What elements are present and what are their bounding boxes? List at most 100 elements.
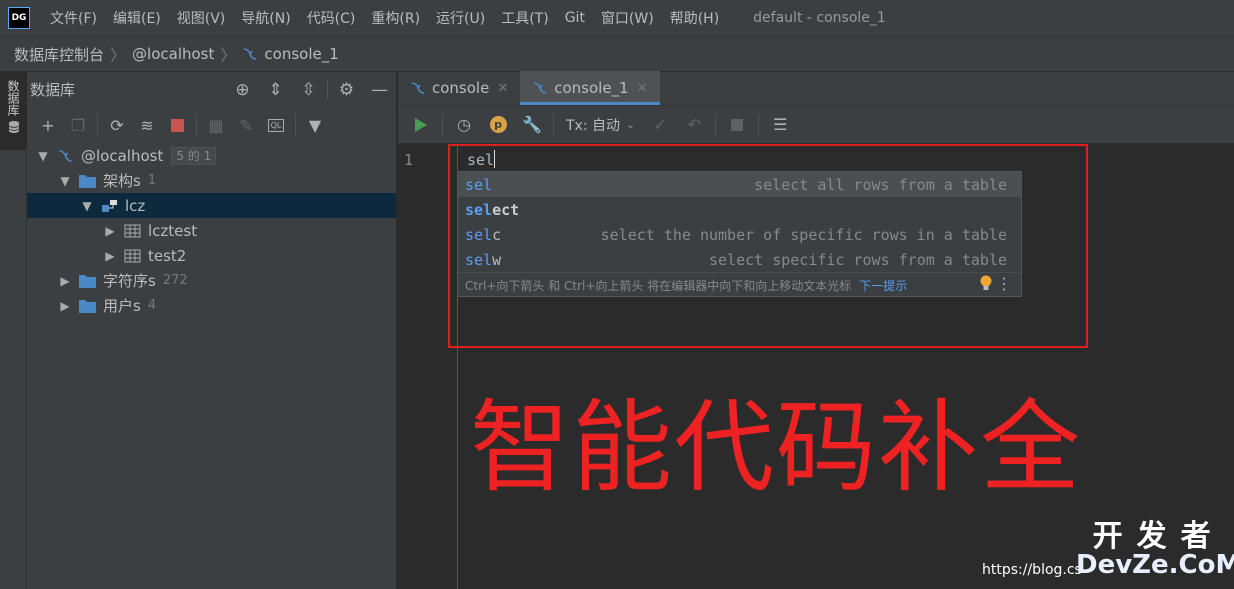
tree-item-label: lcztest	[148, 221, 198, 240]
mysql-dolphin-icon	[534, 82, 547, 94]
database-panel-title: 数据库	[30, 81, 76, 99]
tree-item-localhost[interactable]: ▼ @localhost 5 的 1	[27, 143, 396, 168]
menu-bar: DG 文件(F) 编辑(E) 视图(V) 导航(N) 代码(C) 重构(R) 运…	[0, 0, 1234, 36]
tree-item-schema-lcz[interactable]: ▼ lcz	[27, 193, 396, 218]
divider	[196, 114, 197, 136]
stop-icon[interactable]	[162, 112, 192, 138]
chevron-down-icon: ⌄	[626, 118, 636, 131]
rollback-icon[interactable]: ↶	[677, 111, 711, 139]
stop-icon[interactable]	[720, 111, 754, 139]
line-number: 1	[404, 151, 414, 169]
tree-item-schemas[interactable]: ▼ 架构s 1	[27, 168, 396, 193]
chevron-right-icon[interactable]: ▶	[57, 274, 73, 288]
table-icon[interactable]: ▦	[201, 112, 231, 138]
menu-help[interactable]: 帮助(H)	[662, 8, 727, 28]
run-icon[interactable]	[404, 111, 438, 139]
watermark-brand: 开发者 DevZe.CoM	[1076, 519, 1234, 580]
tree-item-table-lcztest[interactable]: ▶ lcztest	[27, 218, 396, 243]
divider	[715, 113, 717, 136]
folder-icon	[79, 174, 96, 188]
tree-item-count: 1	[147, 173, 157, 188]
menu-file[interactable]: 文件(F)	[42, 8, 105, 28]
chevron-down-icon[interactable]: ▼	[57, 174, 73, 188]
left-tool-strip: 数据库	[0, 72, 27, 589]
tab-label: console	[432, 79, 490, 97]
plan-icon[interactable]: p	[481, 111, 515, 139]
chevron-right-icon[interactable]: ▶	[102, 224, 118, 238]
locate-icon[interactable]: ⊕	[226, 78, 259, 102]
database-tree: ▼ @localhost 5 的 1 ▼ 架构s 1 ▼ lcz ▶ lczte…	[27, 143, 396, 318]
annotation-highlight-box	[448, 144, 1088, 348]
chevron-right-icon: 〉	[220, 46, 237, 65]
tab-console[interactable]: console ✕	[398, 71, 520, 105]
copy-icon[interactable]: ❐	[63, 112, 93, 138]
breadcrumb: 数据库控制台 〉 @localhost 〉 console_1	[0, 36, 1234, 72]
database-tool-tab[interactable]: 数据库	[0, 72, 27, 150]
chevron-down-icon[interactable]: ▼	[79, 199, 95, 213]
divider	[295, 114, 296, 136]
transaction-mode-select[interactable]: Tx: 自动 ⌄	[558, 115, 643, 135]
breadcrumb-item-console-1[interactable]: console_1	[242, 45, 339, 63]
schema-sync-icon[interactable]: ≋	[132, 112, 162, 138]
close-icon[interactable]: ✕	[637, 81, 648, 96]
menu-refactor[interactable]: 重构(R)	[363, 8, 428, 28]
tree-item-label: lcz	[125, 196, 146, 215]
table-icon	[124, 249, 141, 262]
database-toolbar: + ❐ ⟳ ≋ ▦ ✎ QL ▼	[27, 107, 396, 143]
watermark-brand-en: DevZe.CoM	[1076, 550, 1234, 580]
breadcrumb-item-console-root[interactable]: 数据库控制台	[14, 44, 104, 65]
divider	[327, 80, 328, 99]
watermark-brand-cn: 开发者	[1092, 519, 1225, 554]
editor-tab-bar: console ✕ console_1 ✕	[398, 71, 1234, 106]
tree-item-users[interactable]: ▶ 用户s 4	[27, 293, 396, 318]
chevron-down-icon[interactable]: ▼	[35, 149, 51, 163]
expand-all-icon[interactable]: ⇕	[259, 78, 292, 102]
window-title: default - console_1	[753, 10, 886, 26]
filter-icon[interactable]: ▼	[300, 112, 330, 138]
tab-label: console_1	[554, 79, 629, 97]
commit-icon[interactable]: ✓	[643, 111, 677, 139]
app-logo[interactable]: DG	[8, 7, 30, 29]
database-panel: 数据库 ⊕ ⇕ ⇳ ⚙ — + ❐ ⟳ ≋ ▦ ✎ QL ▼ ▼ @localh…	[27, 72, 397, 589]
tab-console-1[interactable]: console_1 ✕	[520, 71, 660, 105]
minimize-icon[interactable]: —	[363, 78, 396, 102]
close-icon[interactable]: ✕	[497, 81, 508, 96]
query-console-icon[interactable]: QL	[261, 112, 291, 138]
run-triangle	[415, 117, 427, 132]
history-icon[interactable]: ◷	[447, 111, 481, 139]
tree-item-label: test2	[148, 246, 187, 265]
collapse-all-icon[interactable]: ⇳	[292, 78, 325, 102]
menu-window[interactable]: 窗口(W)	[593, 8, 662, 28]
transaction-mode-label: Tx: 自动	[566, 117, 621, 134]
tree-item-label: 架构s	[103, 172, 141, 190]
menu-navigate[interactable]: 导航(N)	[233, 8, 298, 28]
database-icon	[8, 121, 19, 133]
gear-icon[interactable]: ⚙	[330, 78, 363, 102]
breadcrumb-item-localhost[interactable]: @localhost	[132, 45, 214, 63]
edit-icon[interactable]: ✎	[231, 112, 261, 138]
menu-tools[interactable]: 工具(T)	[493, 8, 556, 28]
divider	[97, 114, 98, 136]
tree-item-table-test2[interactable]: ▶ test2	[27, 243, 396, 268]
tree-item-collations[interactable]: ▶ 字符序s 272	[27, 268, 396, 293]
menu-view[interactable]: 视图(V)	[169, 8, 234, 28]
folder-icon	[79, 299, 96, 313]
divider	[442, 113, 443, 136]
annotation-caption: 智能代码补全	[470, 389, 1082, 506]
menu-git[interactable]: Git	[557, 10, 593, 26]
breadcrumb-label: console_1	[264, 45, 339, 63]
menu-code[interactable]: 代码(C)	[299, 8, 364, 28]
chevron-right-icon[interactable]: ▶	[57, 299, 73, 313]
tree-item-count: 4	[147, 298, 157, 313]
output-layout-icon[interactable]: ☰	[763, 111, 797, 139]
tree-item-label: 用户s	[103, 297, 141, 315]
chevron-right-icon[interactable]: ▶	[102, 249, 118, 263]
add-icon[interactable]: +	[33, 112, 63, 138]
wrench-icon[interactable]: 🔧	[515, 111, 549, 139]
refresh-icon[interactable]: ⟳	[102, 112, 132, 138]
table-icon	[124, 224, 141, 237]
divider	[758, 113, 760, 136]
folder-icon	[79, 274, 96, 288]
menu-edit[interactable]: 编辑(E)	[105, 8, 169, 28]
menu-run[interactable]: 运行(U)	[428, 8, 493, 28]
